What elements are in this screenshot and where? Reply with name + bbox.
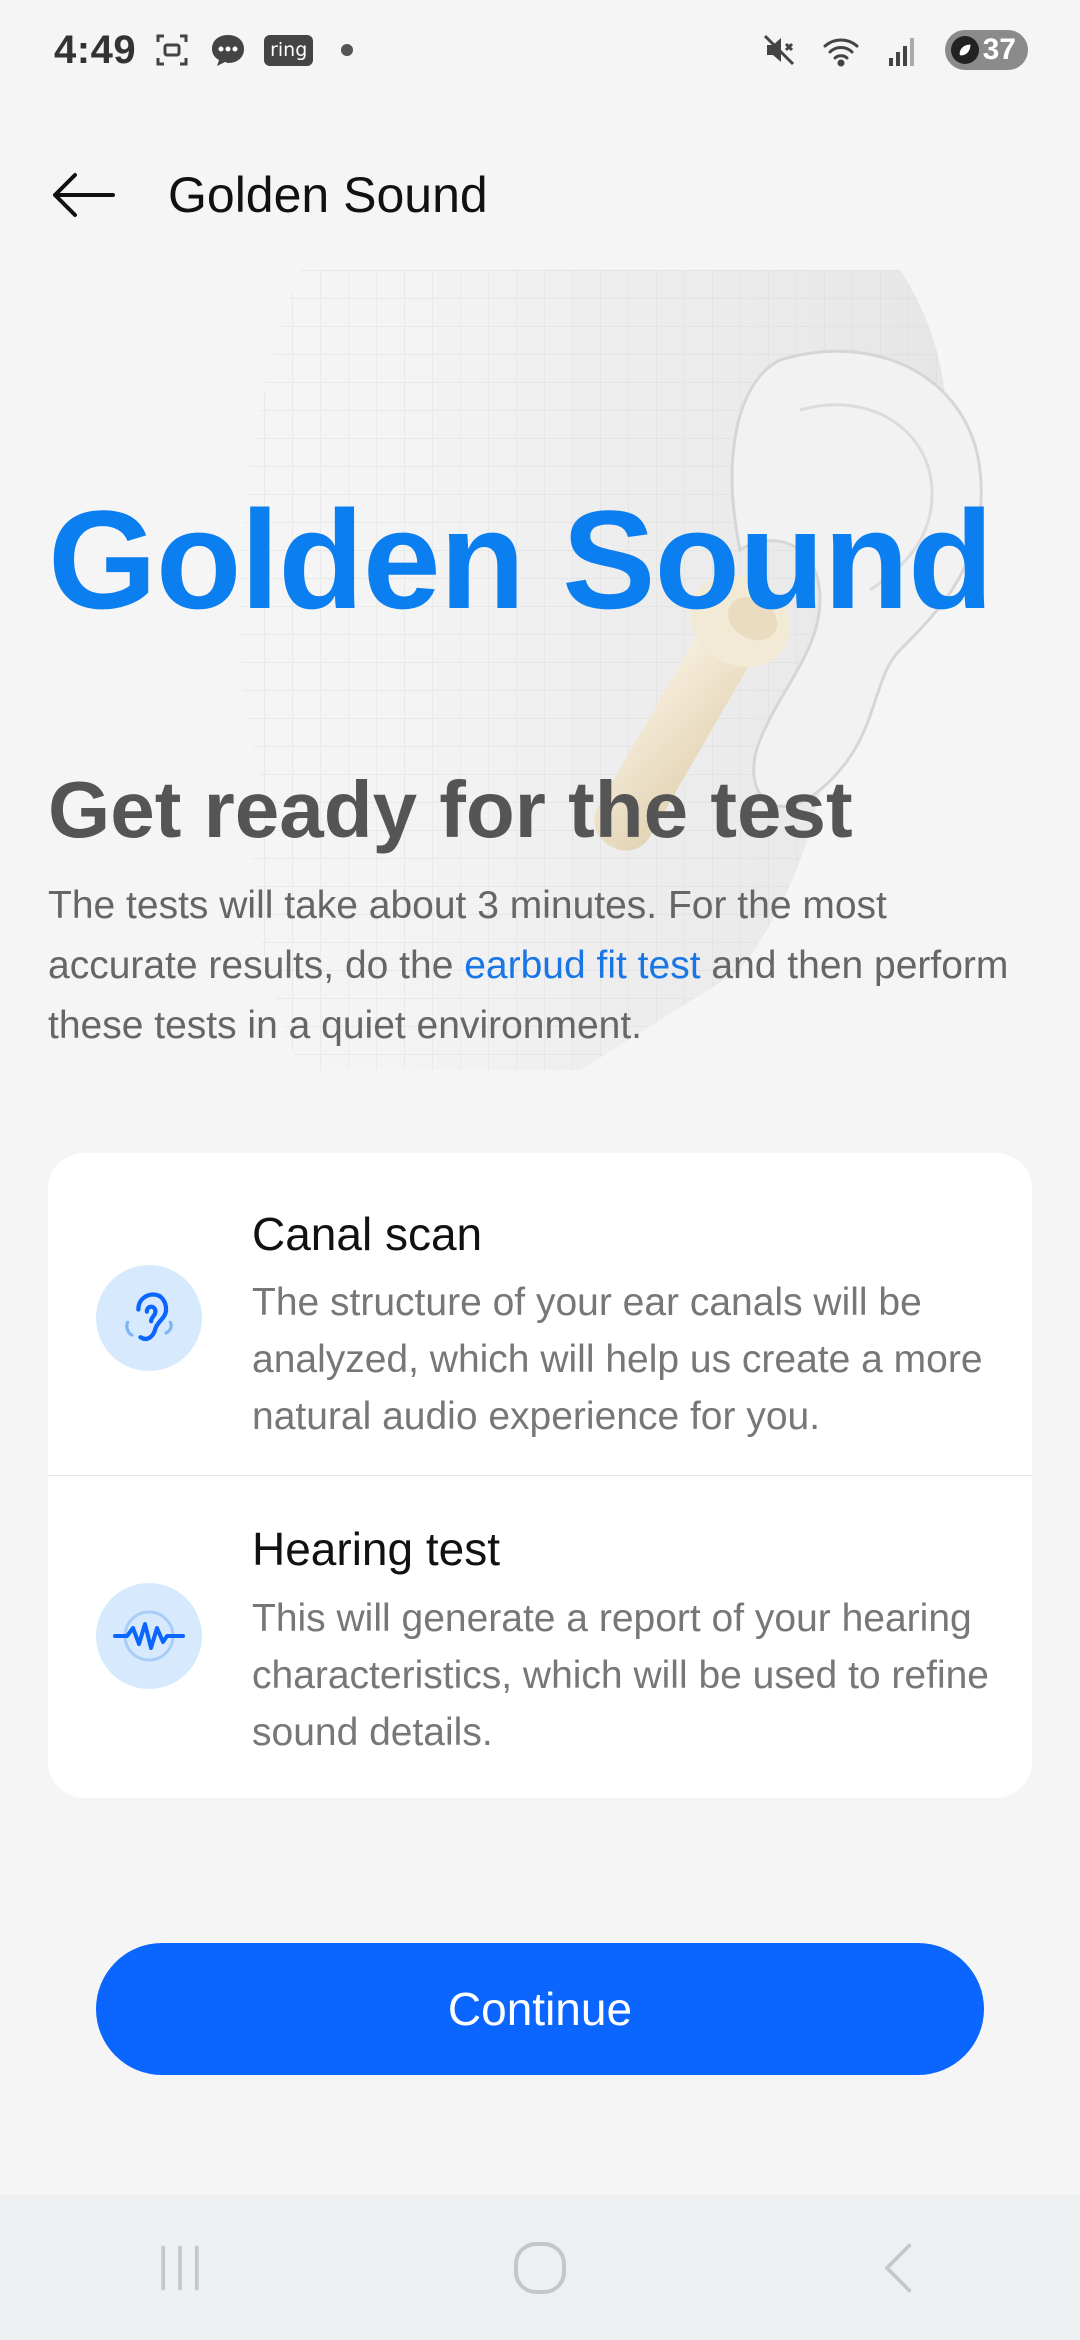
status-left: 4:49 ring — [54, 27, 354, 73]
list-item-hearing-test: Hearing test This will generate a report… — [48, 1475, 1032, 1797]
system-navigation-bar — [0, 2195, 1080, 2340]
app-bar: Golden Sound — [0, 130, 1080, 260]
battery-indicator: 37 — [944, 30, 1028, 70]
hero-description: The tests will take about 3 minutes. For… — [48, 876, 1038, 1056]
notification-dot-icon — [341, 44, 354, 56]
wifi-icon — [821, 30, 861, 70]
hearing-test-title: Hearing test — [252, 1523, 501, 1575]
screenshot-icon — [152, 30, 192, 70]
earbud-fit-test-link[interactable]: earbud fit test — [464, 944, 700, 987]
system-back-button[interactable] — [840, 2218, 960, 2318]
battery-level: 37 — [982, 33, 1016, 66]
list-item-canal-scan: Canal scan The structure of your ear can… — [48, 1153, 1032, 1475]
home-button[interactable] — [480, 2218, 600, 2318]
ring-app-icon: ring — [264, 34, 314, 66]
continue-button[interactable]: Continue — [96, 1943, 984, 2075]
test-list-card: Canal scan The structure of your ear can… — [48, 1153, 1032, 1798]
recent-apps-icon — [161, 2245, 199, 2290]
ear-icon — [125, 1292, 173, 1341]
canal-scan-description: The structure of your ear canals will be… — [252, 1281, 983, 1438]
hero-subheading: Get ready for the test — [48, 765, 853, 854]
message-icon — [208, 30, 248, 70]
power-saving-icon — [950, 36, 979, 64]
status-time: 4:49 — [54, 27, 137, 72]
hero-illustration: Golden Sound Get ready for the test The … — [0, 270, 1080, 1070]
sound-wave-icon — [113, 1610, 185, 1662]
status-bar: 4:49 ring 37 — [0, 0, 1080, 100]
page-title: Golden Sound — [168, 167, 488, 223]
home-icon — [514, 2241, 566, 2294]
hearing-test-description: This will generate a report of your hear… — [252, 1597, 989, 1754]
status-right: 37 — [759, 30, 1028, 70]
chevron-left-icon — [885, 2243, 912, 2292]
arrow-left-icon — [53, 173, 115, 217]
canal-scan-title: Canal scan — [252, 1208, 483, 1260]
signal-icon — [883, 30, 923, 70]
recent-apps-button[interactable] — [120, 2218, 240, 2318]
ear-icon-badge — [96, 1265, 202, 1371]
back-button[interactable] — [44, 155, 124, 235]
mute-icon — [759, 30, 799, 70]
hero-headline: Golden Sound — [48, 481, 994, 638]
sound-wave-icon-badge — [96, 1583, 202, 1689]
